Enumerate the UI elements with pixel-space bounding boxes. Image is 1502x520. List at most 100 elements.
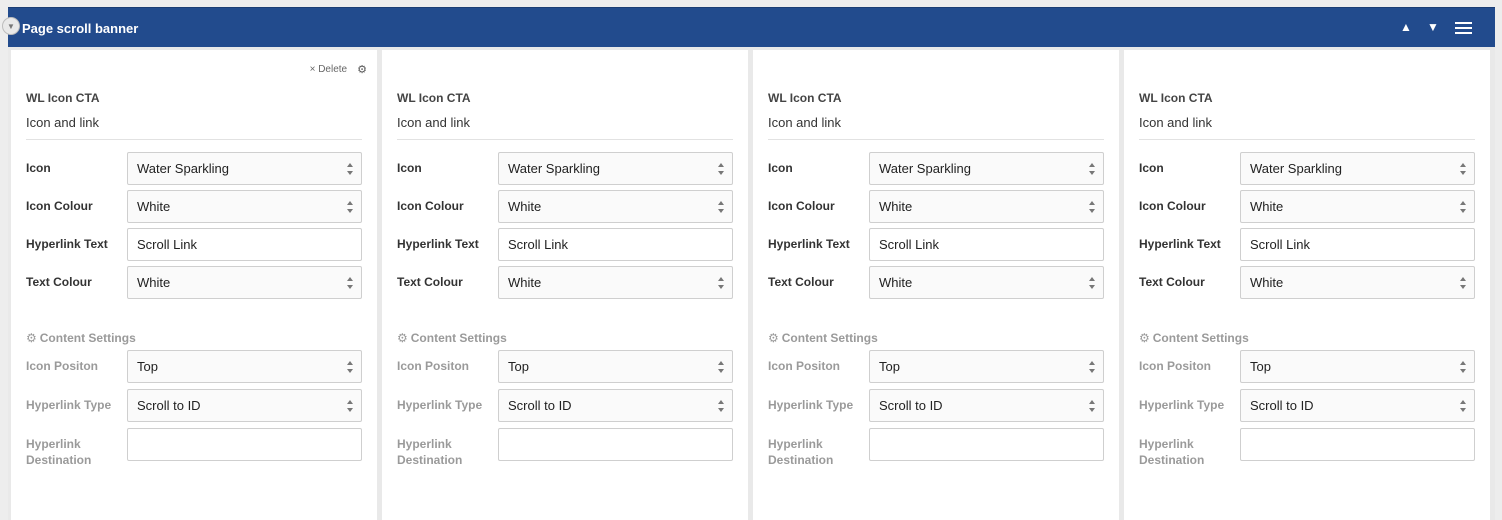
- icon-position-select[interactable]: Top: [1240, 350, 1475, 383]
- icon-select-value: Water Sparkling: [137, 161, 229, 176]
- next-row-card: [1124, 513, 1490, 520]
- content-settings-heading: ⚙ Content Settings: [768, 331, 878, 345]
- icon-position-value: Top: [508, 359, 529, 374]
- icon-colour-select[interactable]: White: [1240, 190, 1475, 223]
- select-arrows-icon: [347, 361, 354, 373]
- text-colour-select[interactable]: White: [1240, 266, 1475, 299]
- hyperlink-text-input[interactable]: Scroll Link: [127, 228, 362, 261]
- select-arrows-icon: [718, 361, 725, 373]
- icon-colour-value: White: [508, 199, 542, 214]
- next-row-card: [11, 513, 377, 520]
- icon-position-label: Icon Positon: [397, 359, 469, 373]
- hyperlink-destination-input[interactable]: [498, 428, 733, 461]
- select-arrows-icon: [1460, 400, 1467, 412]
- hyperlink-type-value: Scroll to ID: [137, 398, 201, 413]
- hamburger-menu-icon[interactable]: [1455, 22, 1472, 34]
- hyperlink-type-label: Hyperlink Type: [397, 398, 483, 412]
- cog-icon: ⚙: [26, 331, 37, 345]
- text-colour-label: Text Colour: [768, 275, 834, 289]
- icon-select[interactable]: Water Sparkling: [1240, 152, 1475, 185]
- text-colour-label: Text Colour: [26, 275, 92, 289]
- hyperlink-type-value: Scroll to ID: [508, 398, 572, 413]
- panel-header: Page scroll banner ▲ ▼: [8, 7, 1495, 47]
- card-description: Icon and link: [397, 115, 470, 130]
- hyperlink-type-select[interactable]: Scroll to ID: [498, 389, 733, 422]
- hyperlink-destination-label: Hyperlink Destination: [768, 437, 834, 467]
- hyperlink-destination-label: Hyperlink Destination: [1139, 437, 1205, 467]
- icon-select[interactable]: Water Sparkling: [127, 152, 362, 185]
- content-settings-label: Content Settings: [410, 331, 507, 345]
- divider: [397, 139, 733, 140]
- select-arrows-icon: [347, 163, 354, 175]
- select-arrows-icon: [1089, 400, 1096, 412]
- card-type-label: WL Icon CTA: [768, 91, 842, 105]
- icon-select-value: Water Sparkling: [508, 161, 600, 176]
- hyperlink-text-input[interactable]: Scroll Link: [498, 228, 733, 261]
- icon-position-select[interactable]: Top: [127, 350, 362, 383]
- divider: [26, 139, 362, 140]
- hyperlink-type-select[interactable]: Scroll to ID: [1240, 389, 1475, 422]
- content-settings-label: Content Settings: [1152, 331, 1249, 345]
- hyperlink-type-label: Hyperlink Type: [768, 398, 854, 412]
- content-settings-heading: ⚙ Content Settings: [397, 331, 507, 345]
- next-row-card: [753, 513, 1119, 520]
- icon-colour-select[interactable]: White: [869, 190, 1104, 223]
- icon-cta-card: × Delete ⚙ WL Icon CTA Icon and link Ico…: [11, 50, 377, 513]
- hyperlink-destination-input[interactable]: [869, 428, 1104, 461]
- hyperlink-destination-label: Hyperlink Destination: [26, 437, 92, 467]
- icon-position-value: Top: [879, 359, 900, 374]
- icon-position-label: Icon Positon: [1139, 359, 1211, 373]
- select-arrows-icon: [1089, 361, 1096, 373]
- icon-cta-card: WL Icon CTA Icon and link Icon Water Spa…: [1124, 50, 1490, 513]
- move-up-button[interactable]: ▲: [1400, 19, 1412, 35]
- hyperlink-type-select[interactable]: Scroll to ID: [127, 389, 362, 422]
- gear-icon[interactable]: ⚙: [357, 63, 367, 76]
- hyperlink-text-label: Hyperlink Text: [397, 237, 479, 251]
- select-arrows-icon: [1089, 277, 1096, 289]
- icon-position-label: Icon Positon: [26, 359, 98, 373]
- hyperlink-text-label: Hyperlink Text: [26, 237, 108, 251]
- hyperlink-destination-label: Hyperlink Destination: [397, 437, 463, 467]
- card-type-label: WL Icon CTA: [26, 91, 100, 105]
- hyperlink-type-value: Scroll to ID: [1250, 398, 1314, 413]
- card-type-label: WL Icon CTA: [397, 91, 471, 105]
- hyperlink-destination-input[interactable]: [127, 428, 362, 461]
- next-row-card: [382, 513, 748, 520]
- page-scroll-banner-panel: Page scroll banner ▲ ▼ × Delete ⚙ WL Ico…: [8, 7, 1495, 520]
- select-arrows-icon: [1089, 201, 1096, 213]
- text-colour-label: Text Colour: [1139, 275, 1205, 289]
- select-arrows-icon: [1089, 163, 1096, 175]
- icon-label: Icon: [1139, 161, 1164, 175]
- hyperlink-text-input[interactable]: Scroll Link: [1240, 228, 1475, 261]
- card-description: Icon and link: [1139, 115, 1212, 130]
- move-down-button[interactable]: ▼: [1427, 19, 1439, 35]
- text-colour-select[interactable]: White: [127, 266, 362, 299]
- text-colour-value: White: [1250, 275, 1284, 290]
- icon-cta-card: WL Icon CTA Icon and link Icon Water Spa…: [382, 50, 748, 513]
- hyperlink-text-value: Scroll Link: [879, 237, 939, 252]
- hyperlink-text-input[interactable]: Scroll Link: [869, 228, 1104, 261]
- cog-icon: ⚙: [1139, 331, 1150, 345]
- content-settings-heading: ⚙ Content Settings: [1139, 331, 1249, 345]
- icon-position-select[interactable]: Top: [869, 350, 1104, 383]
- hyperlink-text-label: Hyperlink Text: [1139, 237, 1221, 251]
- hyperlink-destination-input[interactable]: [1240, 428, 1475, 461]
- icon-select[interactable]: Water Sparkling: [498, 152, 733, 185]
- card-description: Icon and link: [768, 115, 841, 130]
- icon-select[interactable]: Water Sparkling: [869, 152, 1104, 185]
- text-colour-select[interactable]: White: [869, 266, 1104, 299]
- icon-colour-label: Icon Colour: [397, 199, 464, 213]
- chevron-down-icon[interactable]: ▼: [2, 17, 20, 35]
- icon-position-value: Top: [1250, 359, 1271, 374]
- icon-colour-select[interactable]: White: [127, 190, 362, 223]
- text-colour-select[interactable]: White: [498, 266, 733, 299]
- delete-button[interactable]: × Delete: [310, 64, 348, 75]
- text-colour-value: White: [879, 275, 913, 290]
- text-colour-value: White: [508, 275, 542, 290]
- icon-position-select[interactable]: Top: [498, 350, 733, 383]
- icon-colour-select[interactable]: White: [498, 190, 733, 223]
- icon-select-value: Water Sparkling: [1250, 161, 1342, 176]
- hyperlink-type-select[interactable]: Scroll to ID: [869, 389, 1104, 422]
- panel-title: Page scroll banner: [22, 21, 139, 36]
- divider: [768, 139, 1104, 140]
